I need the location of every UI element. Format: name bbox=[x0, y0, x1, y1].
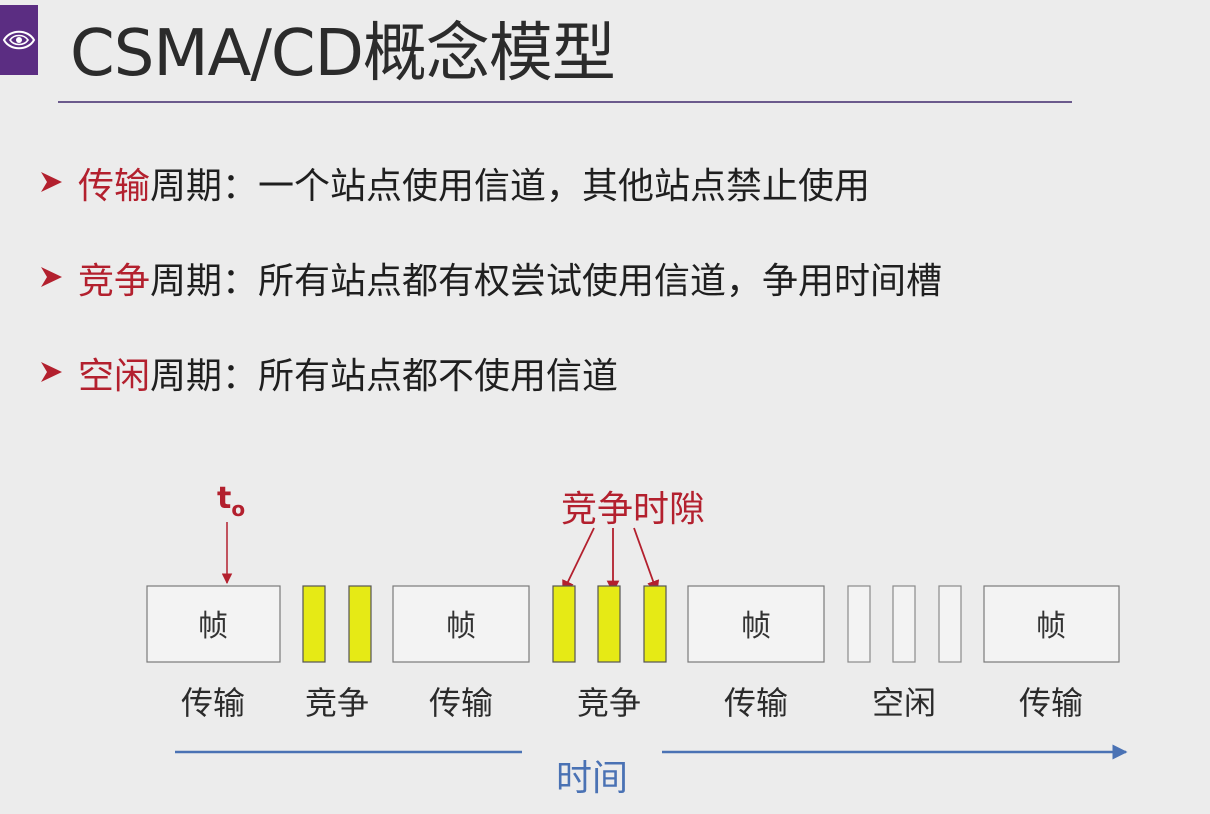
contention-slot bbox=[552, 585, 576, 663]
contention-slot bbox=[597, 585, 621, 663]
period-label: 传输 bbox=[181, 684, 245, 722]
csma-cd-timeline-diagram: to 竞争时隙 帧 帧 帧 帧 传输 竞争 传输 竞争 传输 空闲 传输 时间 bbox=[146, 481, 1128, 799]
period-label: 空闲 bbox=[872, 684, 936, 722]
frame-label: 帧 bbox=[446, 609, 476, 644]
frame-label: 帧 bbox=[1036, 609, 1066, 644]
contention-slot bbox=[302, 585, 326, 663]
period-label: 传输 bbox=[1019, 684, 1083, 722]
idle-slot bbox=[938, 585, 962, 663]
slide: CSMA/CD概念模型 传输 周期：一个站点使用信道，其他站点禁止使用 竞争 周期：… bbox=[0, 0, 1210, 814]
period-label: 传输 bbox=[429, 684, 493, 722]
period-label: 传输 bbox=[724, 684, 788, 722]
t0-label: to bbox=[217, 481, 245, 521]
period-label: 竞争 bbox=[577, 684, 641, 722]
period-label: 竞争 bbox=[305, 684, 369, 722]
frame-label: 帧 bbox=[741, 609, 771, 644]
slot-pointer-arrow bbox=[633, 527, 660, 594]
contention-slot-label: 竞争时隙 bbox=[561, 489, 705, 530]
contention-slot bbox=[348, 585, 372, 663]
time-axis-label: 时间 bbox=[556, 758, 628, 799]
contention-slot bbox=[643, 585, 667, 663]
frame-label: 帧 bbox=[198, 609, 228, 644]
slot-pointer-arrow bbox=[562, 527, 595, 594]
idle-slot bbox=[892, 585, 916, 663]
idle-slot bbox=[847, 585, 871, 663]
